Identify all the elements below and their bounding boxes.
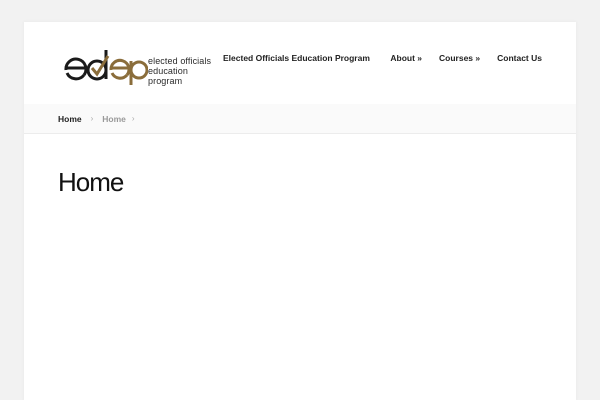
site-title[interactable]: Elected Officials Education Program (223, 53, 370, 63)
site-logo[interactable]: elected officials education program (64, 44, 224, 86)
page-title: Home (58, 167, 124, 197)
breadcrumb-current: Home (102, 113, 126, 124)
logo-tagline: elected officials education program (148, 56, 224, 86)
site-header: elected officials education program Elec… (24, 22, 576, 104)
breadcrumb-home-link[interactable]: Home (58, 114, 82, 124)
logo-tagline-line2: education program (148, 66, 188, 86)
page-container: elected officials education program Elec… (24, 22, 576, 400)
edep-logo-icon (64, 50, 148, 85)
breadcrumb: Home › Home › (24, 104, 576, 134)
chevron-right-icon: › (90, 114, 94, 123)
main-nav: About » Courses » Contact Us (390, 53, 542, 63)
nav-item-contact-us[interactable]: Contact Us (497, 53, 542, 63)
nav-item-courses[interactable]: Courses » (439, 53, 480, 63)
chevron-right-icon: › (131, 114, 135, 123)
logo-tagline-line1: elected officials (148, 56, 212, 66)
nav-item-about[interactable]: About » (390, 53, 422, 63)
